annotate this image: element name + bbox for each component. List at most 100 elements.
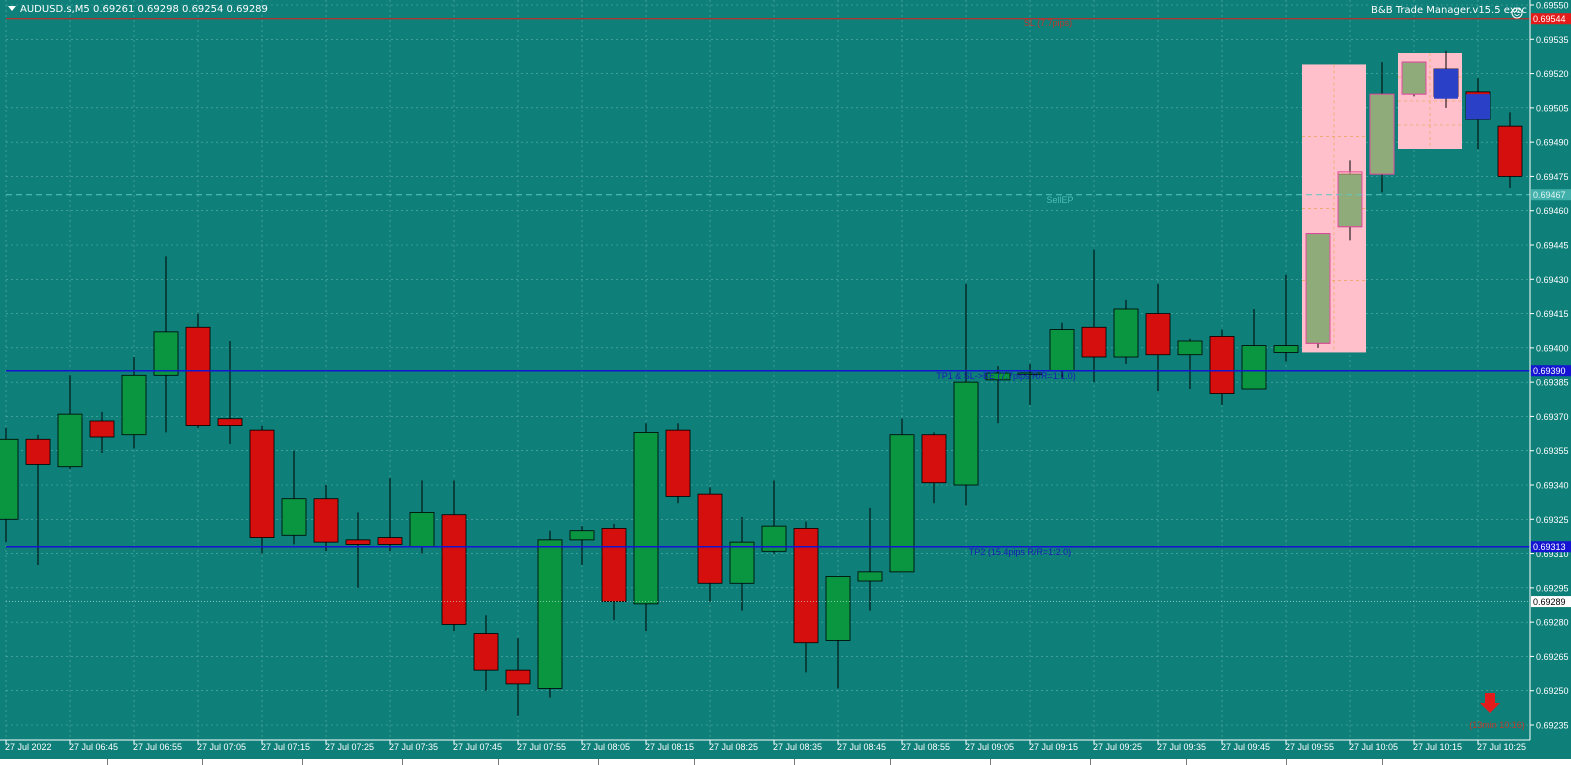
chart-tab[interactable] (794, 759, 891, 765)
chart-tab[interactable] (302, 759, 403, 765)
candle-body (441, 514, 467, 625)
chart-tabs-bar[interactable] (0, 759, 1571, 765)
time-tick-label: 27 Jul 07:15 (261, 742, 310, 752)
price-tick-label: 0.69535 (1536, 35, 1569, 45)
price-tick-label: 0.69340 (1536, 481, 1569, 491)
price-tick-label: 0.69235 (1536, 721, 1569, 731)
chart-tab[interactable] (202, 759, 303, 765)
candle-body (1081, 326, 1107, 358)
candle-body (1497, 125, 1523, 177)
symbol-info: AUDUSD.s,M5 0.69261 0.69298 0.69254 0.69… (20, 4, 268, 15)
chart-window[interactable]: SL (7.7pips) SellEP TP1 & SL->BE (7.7pip… (0, 0, 1571, 765)
chart-tab[interactable] (694, 759, 795, 765)
price-tick-label: 0.69445 (1536, 241, 1569, 251)
time-tick-label: 27 Jul 08:35 (773, 742, 822, 752)
price-tick-label: 0.69475 (1536, 172, 1569, 182)
candle-body (793, 528, 819, 644)
countdown-label: (13min 10:16) (1469, 720, 1525, 730)
time-tick-label: 27 Jul 10:25 (1477, 742, 1526, 752)
price-tick-label: 0.69280 (1536, 618, 1569, 628)
marker-box (1305, 233, 1331, 344)
price-tick-label: 0.69550 (1536, 1, 1569, 11)
candle-body (537, 539, 563, 689)
candle-body (761, 525, 787, 552)
time-tick-label: 27 Jul 09:45 (1221, 742, 1270, 752)
candle-body (153, 331, 179, 376)
marker-box (1337, 171, 1363, 228)
tp2-label: TP2 (15.4pips R/R=1:2.0) (969, 547, 1071, 557)
price-tag-ep: 0.69467 (1531, 189, 1571, 201)
tp2-price: 0.69313 (1533, 542, 1566, 552)
price-tag-bid: 0.69289 (1531, 596, 1571, 608)
time-tick-label: 27 Jul 07:55 (517, 742, 566, 752)
price-tick-label: 0.69265 (1536, 652, 1569, 662)
time-tick-label: 27 Jul 07:35 (389, 742, 438, 752)
chart-tab[interactable] (1090, 759, 1187, 765)
time-tick-label: 27 Jul 09:25 (1093, 742, 1142, 752)
time-tick-label: 27 Jul 06:45 (69, 742, 118, 752)
candle-body (1273, 345, 1299, 353)
time-tick-label: 27 Jul 06:55 (133, 742, 182, 752)
candle-body (1049, 329, 1075, 372)
marker-box (1434, 69, 1458, 99)
candle-body (1113, 308, 1139, 358)
tp1-price: 0.69390 (1533, 366, 1566, 376)
candle-body (921, 434, 947, 484)
candle-body (1177, 340, 1203, 356)
candle-body (0, 438, 19, 520)
candle-body (633, 432, 659, 605)
chart-tab[interactable] (990, 759, 1091, 765)
price-tick-label: 0.69505 (1536, 103, 1569, 113)
price-tag-tp2: 0.69313 (1531, 541, 1571, 553)
time-tick-label: 27 Jul 09:35 (1157, 742, 1206, 752)
price-tick-label: 0.69250 (1536, 686, 1569, 696)
chart-tab[interactable] (107, 759, 203, 765)
candle-body (377, 537, 403, 545)
candle-body (1145, 313, 1171, 356)
candle-body (1209, 336, 1235, 394)
sell-ep-label: SellEP (1046, 195, 1073, 205)
price-tick-label: 0.69430 (1536, 275, 1569, 285)
candle-body (249, 429, 275, 538)
sell-ep-price: 0.69467 (1533, 190, 1566, 200)
symbol-header: AUDUSD.s,M5 0.69261 0.69298 0.69254 0.69… (8, 4, 268, 15)
time-tick-label: 27 Jul 07:05 (197, 742, 246, 752)
candle-body (89, 420, 115, 438)
candle-body (313, 498, 339, 543)
price-tick-label: 0.69460 (1536, 206, 1569, 216)
time-tick-label: 27 Jul 10:05 (1349, 742, 1398, 752)
time-tick-label: 27 Jul 09:55 (1285, 742, 1334, 752)
chart-tab[interactable] (598, 759, 695, 765)
price-chart[interactable]: SL (7.7pips) SellEP TP1 & SL->BE (7.7pip… (0, 0, 1571, 765)
trade-manager-label: B&B Trade Manager.v15.5 exec (1371, 5, 1527, 16)
chart-tab[interactable] (1382, 759, 1483, 765)
chart-tab[interactable] (890, 759, 991, 765)
candle-body (697, 493, 723, 584)
collapse-triangle-icon[interactable] (8, 6, 16, 11)
chart-tab[interactable] (498, 759, 599, 765)
candle-body (825, 576, 851, 641)
chart-tab[interactable] (1186, 759, 1287, 765)
candle-body (665, 429, 691, 497)
time-axis: 27 Jul 2022 27 Jul 06:45 27 Jul 06:55 27 Ju… (0, 739, 1530, 752)
price-tick-label: 0.69295 (1536, 583, 1569, 593)
time-tick-label: 27 Jul 08:25 (709, 742, 758, 752)
price-tick-label: 0.69400 (1536, 343, 1569, 353)
chart-tab[interactable] (402, 759, 499, 765)
candle-body (569, 530, 595, 541)
candle-body (25, 438, 51, 465)
chart-tab[interactable] (1286, 759, 1383, 765)
time-tick-label: 27 Jul 08:55 (901, 742, 950, 752)
candles (0, 50, 1523, 716)
time-tick-label: 27 Jul 09:05 (965, 742, 1014, 752)
price-tick-label: 0.69370 (1536, 412, 1569, 422)
price-tick-label: 0.69385 (1536, 378, 1569, 388)
price-tag-sl: 0.69544 (1531, 13, 1571, 25)
candle-body (601, 528, 627, 602)
price-tick-label: 0.69490 (1536, 138, 1569, 148)
price-tick-label: 0.69520 (1536, 69, 1569, 79)
candle-body (281, 498, 307, 536)
price-tag-tp1: 0.69390 (1531, 365, 1571, 377)
chart-tab[interactable] (0, 759, 107, 765)
candle-body (505, 669, 531, 685)
